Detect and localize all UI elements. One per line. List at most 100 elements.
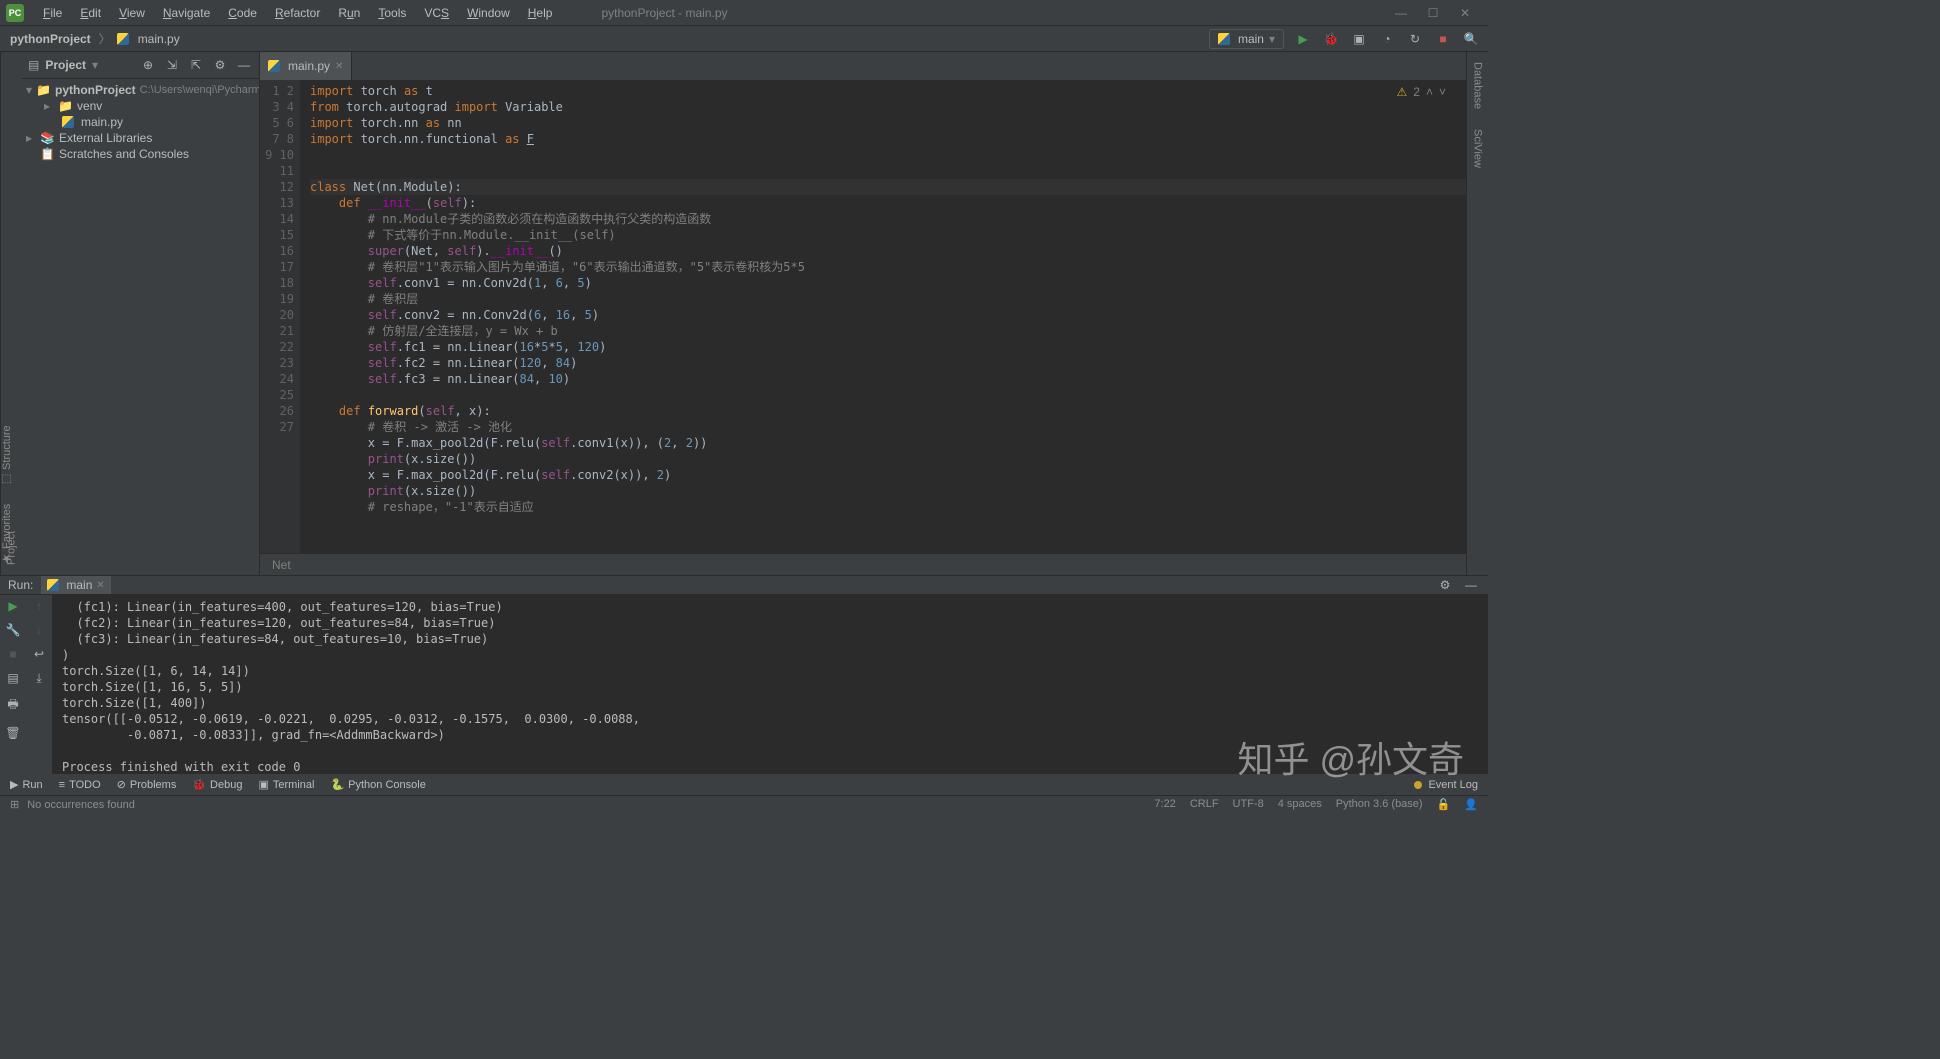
close-tab-icon[interactable]: ✕ — [96, 580, 104, 591]
chevron-right-icon: ▸ — [26, 131, 36, 145]
editor-tab-label: main.py — [288, 59, 330, 73]
close-tab-icon[interactable]: ✕ — [335, 61, 343, 72]
statusbar: ⊞ No occurrences found 7:22 CRLF UTF-8 4… — [0, 795, 1488, 813]
menu-code[interactable]: Code — [219, 4, 266, 22]
project-panel-title[interactable]: Project — [45, 58, 86, 72]
minimize-button[interactable]: — — [1394, 6, 1408, 20]
project-view-icon: ▤ — [28, 58, 39, 72]
scratch-icon: 📋 — [40, 147, 55, 161]
status-line-sep[interactable]: CRLF — [1190, 798, 1219, 811]
status-indent[interactable]: 4 spaces — [1278, 798, 1322, 811]
menu-view[interactable]: View — [110, 4, 154, 22]
inspection-icon[interactable]: 👤 — [1464, 798, 1478, 811]
expand-all-icon[interactable]: ⇲ — [163, 58, 181, 72]
right-tab-sciview[interactable]: SciView — [1472, 129, 1484, 168]
left-tab-favorites[interactable]: ★ Favorites — [0, 504, 13, 565]
collapse-all-icon[interactable]: ⇱ — [187, 58, 205, 72]
search-everywhere-button[interactable]: 🔍 — [1462, 30, 1480, 48]
expand-up-icon[interactable]: ˄ — [1426, 85, 1433, 99]
scroll-end-icon[interactable]: ⤓ — [36, 671, 41, 686]
breadcrumb-project[interactable]: pythonProject — [8, 31, 93, 47]
folder-icon: 📁 — [36, 83, 51, 97]
gear-icon[interactable]: ⚙ — [1436, 576, 1454, 594]
run-panel-title: Run: — [8, 578, 33, 592]
stop-button[interactable]: ■ — [1434, 30, 1452, 48]
lock-icon[interactable]: 🔓 — [1437, 798, 1451, 811]
maximize-button[interactable]: ☐ — [1426, 6, 1440, 20]
gear-icon[interactable]: ⚙ — [211, 58, 229, 72]
run-side-controls-2: ↑ ↓ ↩ ⤓ — [26, 595, 52, 779]
soft-wrap-icon[interactable]: ↩ — [34, 647, 44, 661]
hide-panel-icon[interactable]: — — [235, 58, 253, 72]
layout-icon[interactable]: ▤ — [7, 671, 18, 685]
down-arrow-icon[interactable]: ↓ — [36, 623, 42, 637]
up-arrow-icon[interactable]: ↑ — [36, 599, 42, 613]
pycharm-logo-icon: PC — [6, 4, 24, 22]
menu-navigate[interactable]: Navigate — [154, 4, 219, 22]
editor-body[interactable]: 1 2 3 4 5 6 7 8 9 10 11 12 13 14 15 16 1… — [260, 80, 1466, 553]
locate-icon[interactable]: ⊕ — [139, 58, 157, 72]
menu-file[interactable]: File — [34, 4, 71, 22]
print-icon[interactable]: 🖶 — [7, 695, 18, 716]
python-file-icon — [1218, 33, 1230, 45]
editor-tab-main[interactable]: main.py ✕ — [260, 52, 352, 80]
editor: main.py ✕ 1 2 3 4 5 6 7 8 9 10 11 12 13 … — [260, 52, 1466, 575]
warning-icon: ⚠ — [1397, 85, 1408, 99]
bottom-tab-problems[interactable]: ⊘ Problems — [117, 778, 177, 791]
trash-icon[interactable]: 🗑 — [5, 726, 20, 740]
tree-venv[interactable]: ▸ 📁 venv — [22, 98, 259, 114]
tree-ext-label: External Libraries — [59, 131, 152, 145]
menubar: PC File Edit View Navigate Code Refactor… — [0, 0, 1488, 26]
right-tab-database[interactable]: Database — [1472, 62, 1484, 109]
menu-edit[interactable]: Edit — [71, 4, 110, 22]
menu-run[interactable]: Run — [329, 4, 369, 22]
tree-root[interactable]: ▾ 📁 pythonProject C:\Users\wenqi\Pycharm… — [22, 82, 259, 98]
menu-help[interactable]: Help — [519, 4, 562, 22]
tree-venv-label: venv — [77, 99, 102, 113]
status-interpreter[interactable]: Python 3.6 (base) — [1336, 798, 1423, 811]
code-area[interactable]: import torch as t from torch.autograd im… — [300, 80, 1466, 553]
run-tool-window: Run: main ✕ ⚙ — ▶ 🔧 ■ ▤ 🖶 🗑 ↑ ↓ ↩ ⤓ (fc1… — [0, 575, 1488, 773]
editor-inspection-status[interactable]: ⚠ 2 ˄ ˅ — [1397, 85, 1446, 99]
bottom-tab-run[interactable]: ▶ Run — [10, 778, 43, 791]
run-tab-main[interactable]: main ✕ — [41, 576, 110, 594]
tree-root-path: C:\Users\wenqi\PycharmProjects\p — [140, 84, 259, 96]
bottom-tab-python-console[interactable]: 🐍 Python Console — [330, 778, 425, 791]
left-tab-structure[interactable]: ⬚ Structure — [0, 425, 13, 486]
rerun-button[interactable]: ▶ — [8, 599, 17, 613]
line-gutter[interactable]: 1 2 3 4 5 6 7 8 9 10 11 12 13 14 15 16 1… — [260, 80, 300, 553]
tree-main-file[interactable]: main.py — [22, 114, 259, 130]
run-config-name: main — [1238, 32, 1264, 46]
breadcrumb-file[interactable]: main.py — [136, 31, 182, 47]
menu-vcs[interactable]: VCS — [415, 4, 458, 22]
profile-button[interactable]: ◔ — [1378, 30, 1396, 48]
run-output[interactable]: (fc1): Linear(in_features=400, out_featu… — [52, 595, 1488, 779]
editor-breadcrumb[interactable]: Net — [260, 553, 1466, 575]
stop-button[interactable]: ■ — [9, 647, 16, 661]
bottom-tab-todo[interactable]: ≡ TODO — [59, 779, 101, 791]
status-position[interactable]: 7:22 — [1154, 798, 1175, 811]
tool-window-icon[interactable]: ⊞ — [10, 798, 19, 811]
chevron-down-icon: ▾ — [1269, 32, 1275, 46]
tree-root-label: pythonProject — [55, 83, 136, 97]
menu-tools[interactable]: Tools — [369, 4, 415, 22]
concurrency-button[interactable]: ↻ — [1406, 30, 1424, 48]
menu-window[interactable]: Window — [458, 4, 519, 22]
run-config-selector[interactable]: main ▾ — [1209, 29, 1284, 49]
debug-button[interactable]: 🐞 — [1322, 30, 1340, 48]
bottom-tab-event-log[interactable]: Event Log — [1428, 779, 1478, 791]
hide-panel-icon[interactable]: — — [1462, 576, 1480, 594]
chevron-right-icon: 〉 — [97, 29, 113, 48]
close-button[interactable]: ✕ — [1458, 6, 1472, 20]
bottom-tab-debug[interactable]: 🐞 Debug — [192, 778, 242, 791]
chevron-down-icon[interactable]: ▾ — [92, 58, 98, 72]
tree-ext-libs[interactable]: ▸ 📚 External Libraries — [22, 130, 259, 146]
status-encoding[interactable]: UTF-8 — [1233, 798, 1264, 811]
bottom-tab-terminal[interactable]: ▣ Terminal — [258, 778, 314, 791]
tree-scratches[interactable]: 📋 Scratches and Consoles — [22, 146, 259, 162]
menu-refactor[interactable]: Refactor — [266, 4, 329, 22]
wrench-icon[interactable]: 🔧 — [6, 623, 21, 637]
run-button[interactable]: ▶ — [1294, 30, 1312, 48]
expand-down-icon[interactable]: ˅ — [1439, 85, 1446, 99]
run-coverage-button[interactable]: ▣ — [1350, 30, 1368, 48]
